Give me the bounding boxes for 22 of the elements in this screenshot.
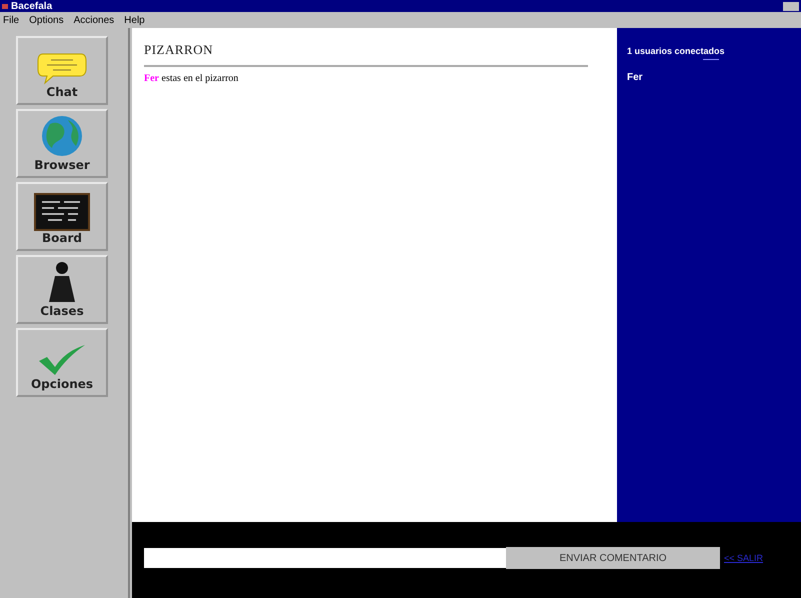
menu-item[interactable]: File: [2, 14, 20, 26]
message-user: Fer: [144, 73, 159, 84]
board-title: PIZARRON: [144, 42, 214, 58]
send-button[interactable]: ENVIAR COMENTARIO: [506, 547, 720, 569]
blackboard-icon: [34, 193, 90, 231]
window-title: Bacefala: [11, 0, 52, 12]
users-heading: 1 usuarios conectados: [627, 46, 726, 56]
sidebar-button[interactable]: Browser: [16, 109, 108, 178]
sidebar-button[interactable]: Board: [16, 182, 108, 251]
chat-bubble-icon: [37, 51, 87, 85]
globe-icon: [40, 114, 84, 158]
message-text: estas en el pizarron: [162, 73, 238, 84]
menu-item[interactable]: Acciones: [72, 14, 116, 26]
menu-item[interactable]: Options: [28, 14, 65, 26]
user-name[interactable]: Fer: [627, 72, 791, 83]
menu-item[interactable]: Help: [123, 14, 146, 26]
figure-icon: [47, 260, 77, 304]
sidebar-button[interactable]: Chat: [16, 36, 108, 105]
sidebar-button[interactable]: Clases: [16, 255, 108, 324]
comment-field[interactable]: [144, 548, 506, 568]
sidebar-button[interactable]: Opciones: [16, 328, 108, 397]
checkmark-icon: [37, 343, 87, 377]
